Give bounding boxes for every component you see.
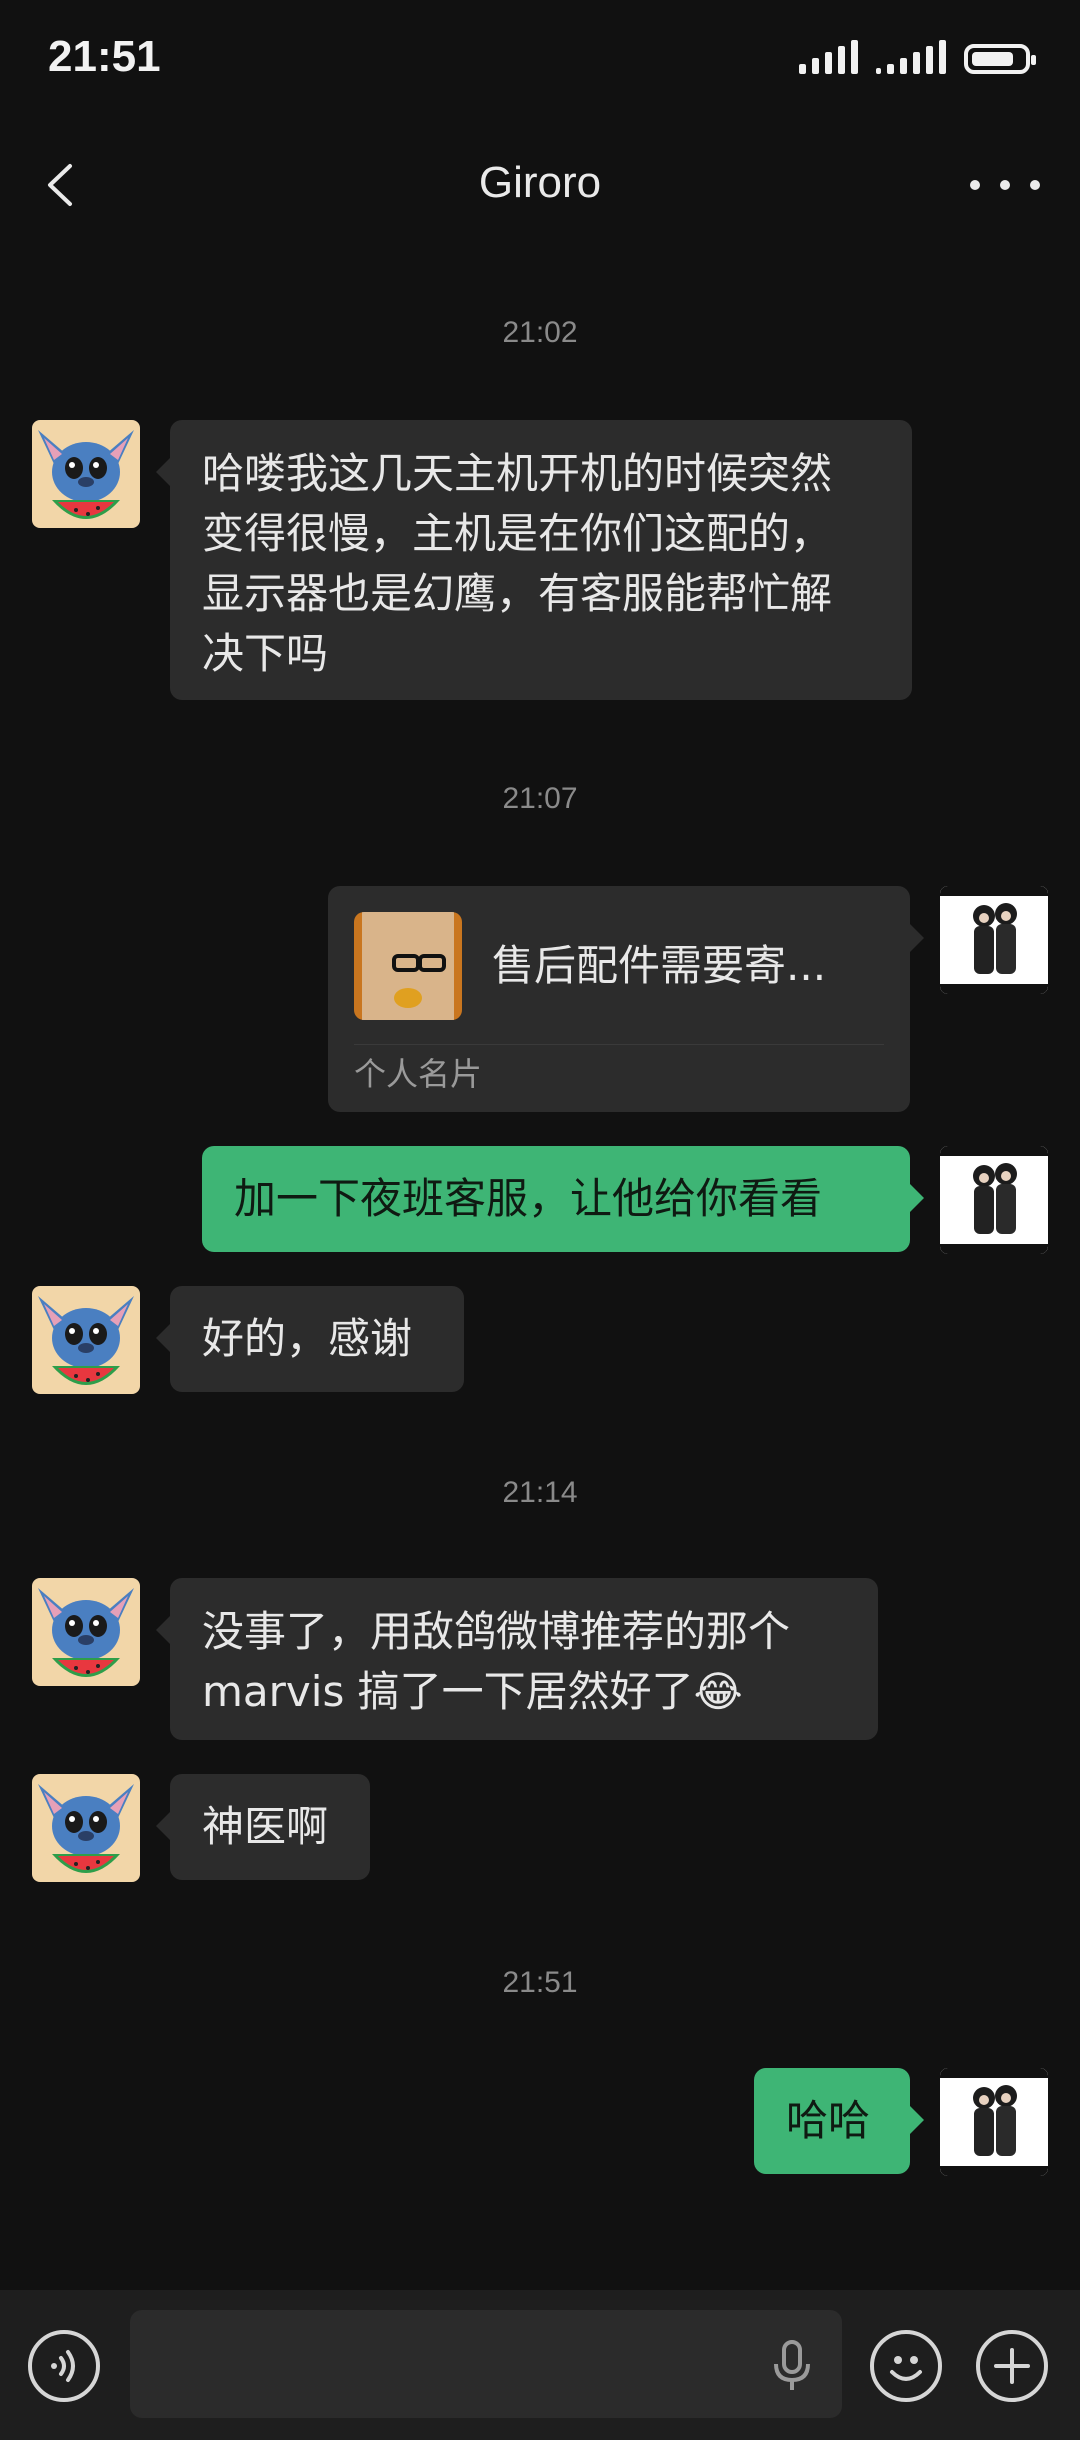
- card-avatar: [354, 912, 462, 1020]
- signal-2-icon: [876, 40, 946, 74]
- battery-icon: [964, 44, 1036, 74]
- chat-header: Giroro: [0, 130, 1080, 240]
- chat-title: Giroro: [478, 158, 602, 207]
- timestamp: 21:07: [502, 782, 578, 815]
- message-line: 没事了，用敌鸽微博推荐的那个: [202, 1607, 791, 1656]
- my-avatar[interactable]: [940, 1146, 1048, 1254]
- timestamp: 21:14: [502, 1476, 578, 1509]
- status-time: 21:51: [48, 32, 161, 81]
- message-input[interactable]: [130, 2310, 842, 2418]
- message-line: 显示器也是幻鹰，有客服能帮忙解: [202, 569, 833, 618]
- incoming-message[interactable]: 哈喽我这几天主机开机的时候突然 变得很慢，主机是在你们这配的， 显示器也是幻鹰，…: [156, 420, 912, 700]
- my-avatar[interactable]: [940, 886, 1048, 994]
- my-avatar[interactable]: [940, 2068, 1048, 2176]
- plus-icon[interactable]: [976, 2330, 1048, 2402]
- incoming-message[interactable]: 没事了，用敌鸽微博推荐的那个 marvis 搞了一下居然好了😂: [156, 1578, 878, 1740]
- message-line: 变得很慢，主机是在你们这配的，: [202, 509, 833, 558]
- mic-icon[interactable]: [772, 2340, 812, 2392]
- status-bar: 21:51: [0, 0, 1080, 120]
- input-bar: [0, 2290, 1080, 2440]
- message-line: 哈喽我这几天主机开机的时候突然: [202, 449, 833, 498]
- contact-card-message[interactable]: 售后配件需要寄... 个人名片: [328, 886, 924, 1112]
- contact-avatar[interactable]: [32, 420, 140, 528]
- contact-avatar[interactable]: [32, 1286, 140, 1394]
- contact-avatar[interactable]: [32, 1578, 140, 1686]
- card-divider: [354, 1044, 884, 1045]
- incoming-message[interactable]: 神医啊: [156, 1774, 370, 1880]
- card-contact-name: 售后配件需要寄...: [492, 941, 827, 990]
- incoming-message[interactable]: 好的，感谢: [156, 1286, 464, 1392]
- contact-avatar[interactable]: [32, 1774, 140, 1882]
- message-line: marvis 搞了一下居然好了😂: [202, 1667, 743, 1716]
- timestamp: 21:51: [502, 1966, 578, 1999]
- outgoing-message[interactable]: 加一下夜班客服，让他给你看看: [202, 1146, 924, 1252]
- voice-icon[interactable]: [28, 2330, 100, 2402]
- emoji-icon[interactable]: [870, 2330, 942, 2402]
- more-options-icon[interactable]: [970, 160, 1040, 210]
- status-icons: [799, 40, 1036, 74]
- timestamp: 21:02: [502, 316, 578, 349]
- outgoing-message[interactable]: 哈哈: [754, 2068, 924, 2174]
- card-type-label: 个人名片: [354, 1055, 483, 1093]
- signal-icon: [799, 40, 858, 74]
- message-line: 决下吗: [202, 629, 329, 678]
